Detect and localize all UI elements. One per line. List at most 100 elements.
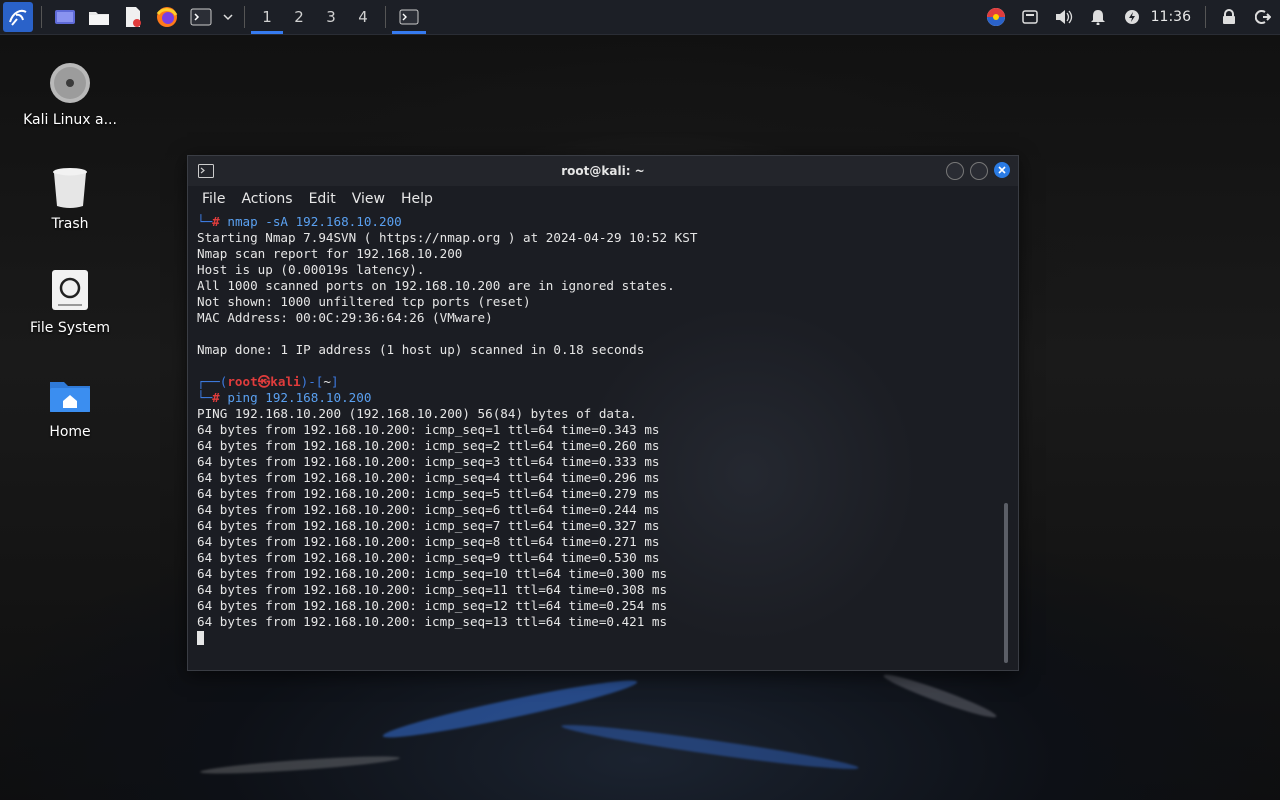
terminal-line: Nmap scan report for 192.168.10.200 bbox=[197, 246, 463, 261]
taskbar-terminal-window[interactable] bbox=[392, 0, 426, 34]
launcher-dropdown-button[interactable] bbox=[220, 2, 236, 32]
disc-icon bbox=[50, 63, 90, 103]
menu-help[interactable]: Help bbox=[393, 191, 441, 207]
panel-separator bbox=[244, 6, 245, 28]
panel-separator bbox=[1205, 6, 1206, 28]
wallpaper-highlight bbox=[199, 753, 401, 777]
panel-separator bbox=[41, 6, 42, 28]
home-folder-icon bbox=[50, 382, 90, 412]
terminal-line: 64 bytes from 192.168.10.200: icmp_seq=3… bbox=[197, 454, 660, 469]
wallpaper-highlight bbox=[881, 669, 999, 723]
terminal-line: 64 bytes from 192.168.10.200: icmp_seq=4… bbox=[197, 470, 660, 485]
power-manager-button[interactable] bbox=[1115, 0, 1149, 34]
kali-menu-button[interactable] bbox=[3, 2, 33, 32]
desktop-icon bbox=[55, 10, 75, 24]
desktop-icon-label: File System bbox=[29, 320, 111, 336]
text-editor-button[interactable] bbox=[118, 2, 148, 32]
desktop-icon-home[interactable]: Home bbox=[15, 374, 125, 440]
window-titlebar[interactable]: root@kali: ~ bbox=[188, 156, 1018, 186]
system-tray: 11:36 bbox=[979, 0, 1280, 34]
desktop-icon-label: Home bbox=[49, 424, 91, 440]
clipboard-icon bbox=[1021, 10, 1038, 24]
terminal-line: Not shown: 1000 unfiltered tcp ports (re… bbox=[197, 294, 531, 309]
lock-screen-button[interactable] bbox=[1212, 0, 1246, 34]
show-desktop-button[interactable] bbox=[50, 2, 80, 32]
drive-icon bbox=[52, 270, 88, 310]
terminal-line: 64 bytes from 192.168.10.200: icmp_seq=1… bbox=[197, 582, 668, 597]
desktop-icon-trash[interactable]: Trash bbox=[15, 166, 125, 232]
terminal-line: 64 bytes from 192.168.10.200: icmp_seq=1… bbox=[197, 614, 668, 629]
close-button[interactable] bbox=[994, 162, 1010, 178]
trash-icon bbox=[53, 168, 87, 208]
input-method-icon bbox=[986, 8, 1005, 26]
minimize-button[interactable] bbox=[946, 162, 964, 180]
menu-edit[interactable]: Edit bbox=[301, 191, 344, 207]
workspace-1[interactable]: 1 bbox=[251, 0, 283, 34]
prompt-line: ┌──(root㉿kali)-[~] bbox=[197, 374, 339, 389]
folder-icon bbox=[89, 12, 109, 25]
terminal-launcher-button[interactable] bbox=[186, 2, 216, 32]
workspace-3[interactable]: 3 bbox=[315, 0, 347, 34]
maximize-button[interactable] bbox=[970, 162, 988, 180]
volume-icon bbox=[1055, 10, 1072, 24]
terminal-icon bbox=[399, 9, 419, 25]
firefox-icon bbox=[156, 7, 178, 27]
kali-dragon-icon bbox=[9, 9, 27, 26]
clock[interactable]: 11:36 bbox=[1149, 9, 1199, 25]
terminal-line: 64 bytes from 192.168.10.200: icmp_seq=5… bbox=[197, 486, 660, 501]
chevron-down-icon bbox=[223, 14, 233, 21]
command-text: nmap -sA 192.168.10.200 bbox=[227, 214, 402, 229]
terminal-icon bbox=[190, 8, 212, 26]
desktop-icon-label: Trash bbox=[51, 216, 89, 232]
ping-output: PING 192.168.10.200 (192.168.10.200) 56(… bbox=[197, 406, 1011, 630]
command-text: ping 192.168.10.200 bbox=[227, 390, 372, 405]
terminal-line: PING 192.168.10.200 (192.168.10.200) 56(… bbox=[197, 406, 637, 421]
terminal-line: 64 bytes from 192.168.10.200: icmp_seq=6… bbox=[197, 502, 660, 517]
window-title: root@kali: ~ bbox=[561, 164, 645, 178]
text-cursor bbox=[197, 631, 204, 645]
lock-icon bbox=[1223, 9, 1235, 24]
logout-icon bbox=[1255, 10, 1271, 24]
terminal-line: All 1000 scanned ports on 192.168.10.200… bbox=[197, 278, 675, 293]
input-line[interactable] bbox=[197, 630, 1011, 646]
top-panel: 1 2 3 4 11:36 bbox=[0, 0, 1280, 35]
notifications-button[interactable] bbox=[1081, 0, 1115, 34]
terminal-line: Host is up (0.00019s latency). bbox=[197, 262, 425, 277]
terminal-line: 64 bytes from 192.168.10.200: icmp_seq=2… bbox=[197, 438, 660, 453]
desktop-icon-file-system[interactable]: File System bbox=[15, 270, 125, 336]
wallpaper-highlight bbox=[560, 719, 860, 775]
terminal-line: 64 bytes from 192.168.10.200: icmp_seq=1… bbox=[197, 598, 668, 613]
input-method-button[interactable] bbox=[979, 0, 1013, 34]
nmap-output: Starting Nmap 7.94SVN ( https://nmap.org… bbox=[197, 230, 1011, 374]
menu-view[interactable]: View bbox=[344, 191, 393, 207]
close-icon bbox=[998, 166, 1006, 174]
terminal-output[interactable]: └─# nmap -sA 192.168.10.200 Starting Nma… bbox=[188, 214, 1011, 668]
power-plug-icon bbox=[1124, 10, 1139, 24]
command-line: └─# nmap -sA 192.168.10.200 bbox=[197, 214, 402, 229]
file-manager-button[interactable] bbox=[84, 2, 114, 32]
terminal-line: Nmap done: 1 IP address (1 host up) scan… bbox=[197, 342, 645, 357]
menu-file[interactable]: File bbox=[194, 191, 233, 207]
desktop-icon-kali-disc[interactable]: Kali Linux a... bbox=[15, 62, 125, 128]
terminal-line: 64 bytes from 192.168.10.200: icmp_seq=8… bbox=[197, 534, 660, 549]
logout-button[interactable] bbox=[1246, 0, 1280, 34]
terminal-line: Starting Nmap 7.94SVN ( https://nmap.org… bbox=[197, 230, 698, 245]
terminal-scrollbar[interactable] bbox=[1004, 503, 1008, 663]
workspace-2[interactable]: 2 bbox=[283, 0, 315, 34]
terminal-line: MAC Address: 00:0C:29:36:64:26 (VMware) bbox=[197, 310, 493, 325]
volume-button[interactable] bbox=[1047, 0, 1081, 34]
bell-icon bbox=[1090, 10, 1105, 25]
terminal-line: 64 bytes from 192.168.10.200: icmp_seq=1… bbox=[197, 422, 660, 437]
firefox-button[interactable] bbox=[152, 2, 182, 32]
panel-separator bbox=[385, 6, 386, 28]
terminal-line: 64 bytes from 192.168.10.200: icmp_seq=7… bbox=[197, 518, 660, 533]
terminal-window: root@kali: ~ File Actions Edit View Help… bbox=[187, 155, 1019, 671]
workspace-4[interactable]: 4 bbox=[347, 0, 379, 34]
command-line: └─# ping 192.168.10.200 bbox=[197, 390, 372, 405]
clipboard-button[interactable] bbox=[1013, 0, 1047, 34]
menu-bar: File Actions Edit View Help bbox=[188, 186, 1018, 212]
menu-actions[interactable]: Actions bbox=[233, 191, 300, 207]
terminal-line: 64 bytes from 192.168.10.200: icmp_seq=9… bbox=[197, 550, 660, 565]
